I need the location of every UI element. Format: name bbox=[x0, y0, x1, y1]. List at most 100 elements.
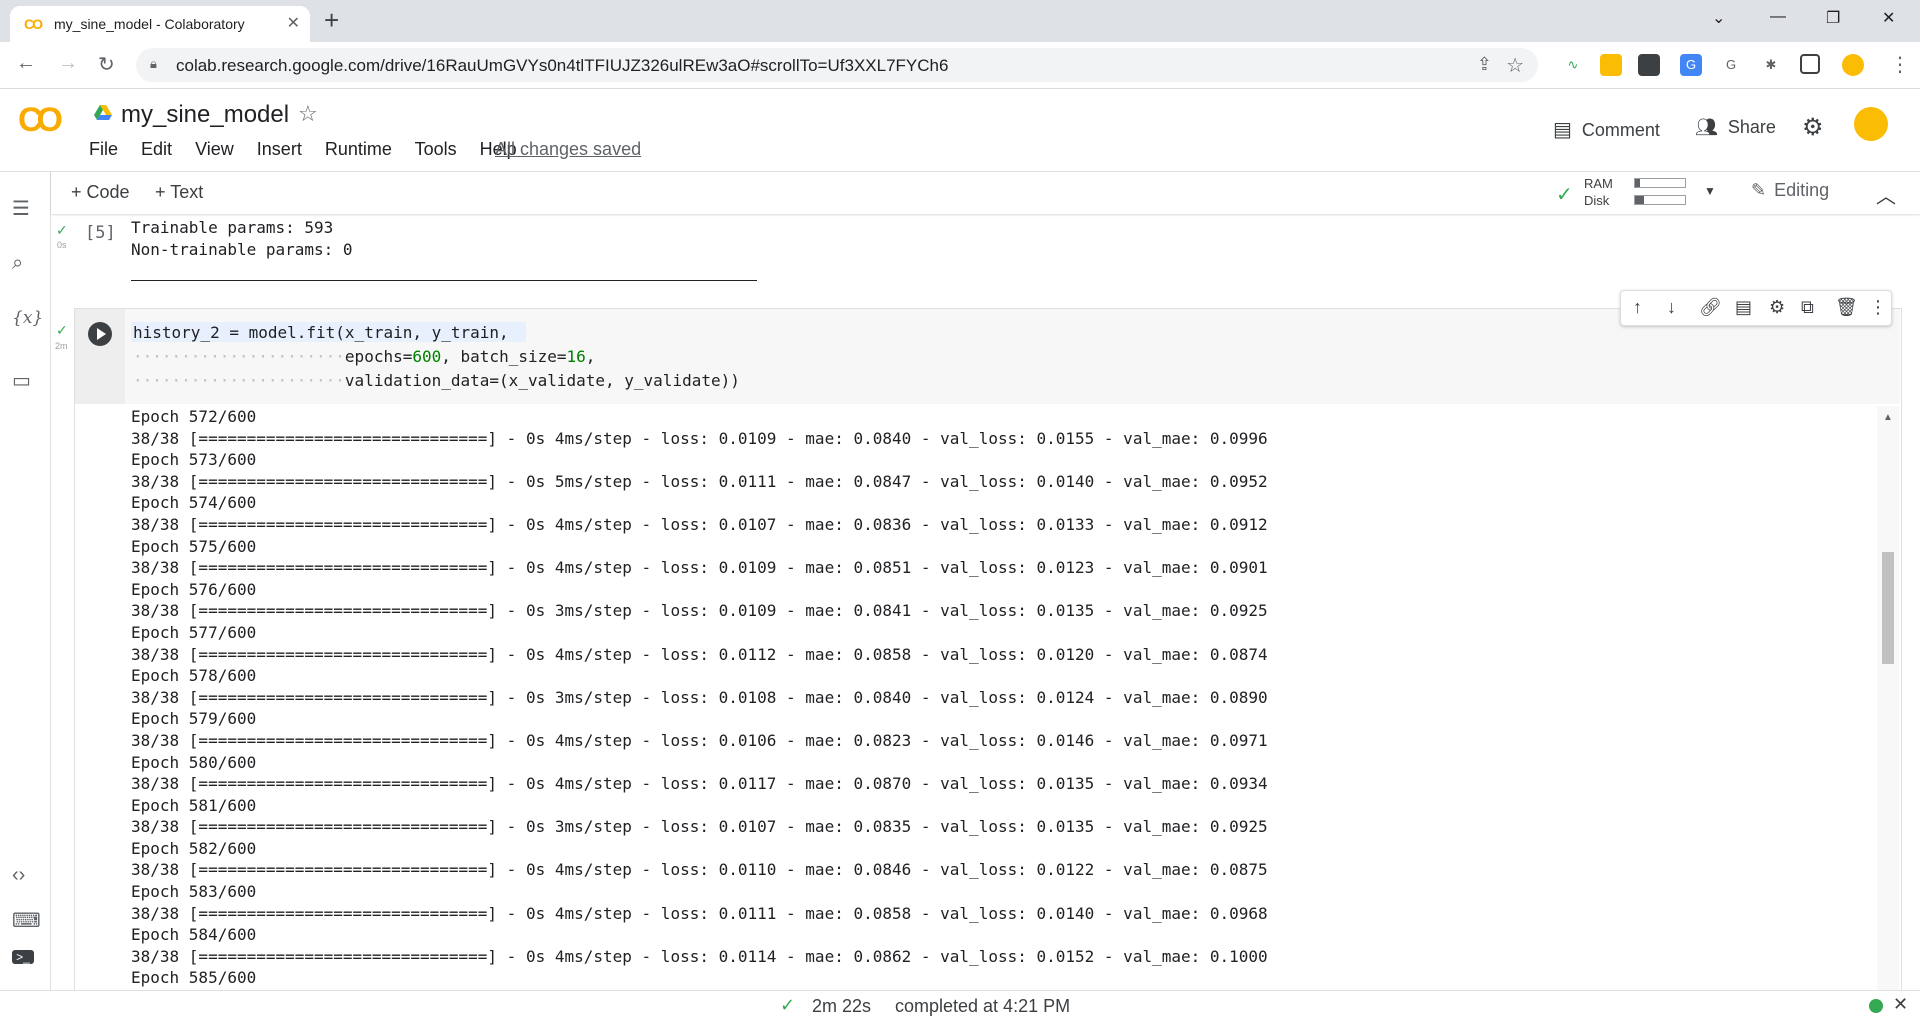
extension-wave-icon[interactable]: ∿ bbox=[1562, 54, 1584, 76]
output-line: Epoch 580/600 bbox=[131, 752, 257, 772]
comment-icon[interactable]: ▤ bbox=[1735, 297, 1752, 318]
cell-output[interactable]: Epoch 572/600 38/38 [====================… bbox=[125, 406, 1877, 990]
share-label: Share bbox=[1727, 117, 1776, 137]
files-folder-icon[interactable]: ▭ bbox=[12, 368, 31, 393]
forward-icon[interactable]: → bbox=[58, 52, 78, 75]
close-status-icon[interactable]: ✕ bbox=[1893, 994, 1908, 1015]
output-line: 38/38 [==============================] -… bbox=[131, 471, 1268, 491]
chevron-down-icon[interactable]: ▼ bbox=[1704, 184, 1716, 198]
menu-runtime[interactable]: Runtime bbox=[325, 139, 392, 159]
code-line: history_2 = model.fit(x_train, y_train, bbox=[133, 323, 509, 342]
share-button[interactable]: 👥︎ Share bbox=[1695, 117, 1776, 138]
extension-translate-icon[interactable]: G bbox=[1680, 54, 1702, 76]
delete-icon[interactable]: 🗑︎ bbox=[1835, 297, 1858, 318]
scroll-up-icon[interactable]: ▲ bbox=[1883, 412, 1893, 423]
browser-menu-icon[interactable]: ⋮ bbox=[1890, 52, 1910, 77]
output-line: Epoch 577/600 bbox=[131, 622, 257, 642]
new-tab-icon[interactable]: + bbox=[324, 6, 339, 34]
add-code-cell-button[interactable]: + Code bbox=[71, 182, 130, 203]
tab-search-icon[interactable]: ⌄ bbox=[1712, 8, 1725, 28]
omnibox[interactable]: 🔒︎ colab.research.google.com/drive/16Rau… bbox=[136, 48, 1538, 82]
output-line: 38/38 [==============================] -… bbox=[131, 860, 1268, 880]
user-avatar[interactable] bbox=[1854, 107, 1888, 141]
completion-status[interactable]: completed at 4:21 PM bbox=[895, 996, 1070, 1017]
browser-tab[interactable]: CO my_sine_model - Colaboratory ✕ bbox=[10, 6, 310, 42]
output-line: Epoch 584/600 bbox=[131, 925, 257, 945]
address-bar-row: ← → ↻ 🔒︎ colab.research.google.com/drive… bbox=[0, 42, 1920, 89]
collapse-header-icon[interactable]: ︿ bbox=[1876, 180, 1896, 209]
profile-avatar-icon[interactable] bbox=[1842, 54, 1864, 76]
add-text-cell-button[interactable]: + Text bbox=[155, 182, 203, 203]
command-palette-icon[interactable]: ⌨ bbox=[12, 908, 41, 933]
move-down-icon[interactable]: ↓ bbox=[1667, 297, 1676, 318]
code-line: validation_data=(x_validate, y_validate)… bbox=[344, 371, 740, 390]
output-line: 38/38 [==============================] -… bbox=[131, 946, 1268, 966]
code-snippets-icon[interactable]: ‹› bbox=[12, 864, 25, 887]
cell-exec-time: 0s bbox=[57, 240, 67, 250]
comment-label: Comment bbox=[1581, 120, 1660, 140]
notebook-title[interactable]: my_sine_model bbox=[121, 101, 289, 129]
more-options-icon[interactable]: ⋮ bbox=[1869, 297, 1887, 318]
code-token: , batch_size= bbox=[441, 347, 567, 366]
output-scrollbar[interactable]: ▲ bbox=[1877, 406, 1899, 990]
output-line: 38/38 [==============================] -… bbox=[131, 730, 1268, 750]
ram-label: RAM bbox=[1584, 176, 1613, 191]
minimize-icon[interactable]: — bbox=[1770, 8, 1786, 26]
browser-tab-strip: CO my_sine_model - Colaboratory ✕ + ⌄ — … bbox=[0, 0, 1920, 42]
cell-success-check-icon: ✓ bbox=[56, 322, 68, 338]
elapsed-time[interactable]: 2m 22s bbox=[812, 996, 871, 1017]
url-text[interactable]: colab.research.google.com/drive/16RauUmG… bbox=[176, 56, 948, 76]
editing-mode-button[interactable]: ✎ Editing bbox=[1751, 180, 1829, 201]
output-line: Epoch 581/600 bbox=[131, 795, 257, 815]
disk-usage-bar bbox=[1634, 195, 1686, 205]
star-notebook-icon[interactable]: ☆ bbox=[298, 101, 318, 127]
extension-robot-icon[interactable] bbox=[1638, 54, 1660, 76]
output-line: 38/38 [==============================] -… bbox=[131, 428, 1268, 448]
back-icon[interactable]: ← bbox=[16, 52, 36, 75]
move-up-icon[interactable]: ↑ bbox=[1633, 297, 1642, 318]
menu-view[interactable]: View bbox=[195, 139, 234, 159]
code-token: epochs= bbox=[344, 347, 413, 366]
tab-close-icon[interactable]: ✕ bbox=[287, 13, 300, 33]
menu-edit[interactable]: Edit bbox=[141, 139, 172, 159]
notebook-toolbar: + Code + Text ✓ RAM Disk ▼ ✎ Editing ︿ bbox=[51, 172, 1920, 214]
comment-button[interactable]: ▤ Comment bbox=[1553, 117, 1660, 142]
bookmark-star-icon[interactable]: ☆ bbox=[1506, 53, 1524, 78]
extension-grammar-icon[interactable]: G bbox=[1720, 54, 1742, 76]
colab-logo[interactable]: CO bbox=[18, 101, 63, 140]
restore-icon[interactable]: ❐ bbox=[1826, 8, 1840, 28]
scrollbar-thumb[interactable] bbox=[1882, 552, 1894, 664]
output-line: 38/38 [==============================] -… bbox=[131, 514, 1268, 534]
save-status-link[interactable]: All changes saved bbox=[495, 139, 641, 160]
menu-file[interactable]: File bbox=[89, 139, 118, 159]
share-page-icon[interactable]: ⇪ bbox=[1477, 54, 1492, 75]
resources-indicator[interactable]: ✓ RAM Disk ▼ bbox=[1556, 174, 1736, 212]
mirror-cell-icon[interactable]: ⧉ bbox=[1801, 297, 1814, 318]
settings-gear-icon[interactable]: ⚙ bbox=[1769, 297, 1785, 318]
reload-icon[interactable]: ↻ bbox=[98, 52, 115, 77]
link-icon[interactable]: 🔗︎ bbox=[1699, 297, 1722, 318]
code-text[interactable]: history_2 = model.fit(x_train, y_train, … bbox=[133, 321, 740, 393]
disk-label: Disk bbox=[1584, 193, 1610, 208]
terminal-icon[interactable]: >_ bbox=[12, 950, 34, 964]
side-panel-icon[interactable] bbox=[1800, 54, 1820, 74]
output-line: Epoch 573/600 bbox=[131, 450, 257, 470]
menu-insert[interactable]: Insert bbox=[257, 139, 302, 159]
lock-icon[interactable]: 🔒︎ bbox=[150, 56, 157, 72]
output-text: Epoch 572/600 38/38 [====================… bbox=[131, 406, 1268, 989]
settings-gear-icon[interactable]: ⚙ bbox=[1802, 113, 1824, 142]
cell-success-check-icon: ✓ bbox=[56, 222, 68, 238]
run-cell-button[interactable] bbox=[88, 322, 112, 346]
summary-divider bbox=[131, 280, 757, 281]
extension-keep-icon[interactable] bbox=[1600, 54, 1622, 76]
window-close-icon[interactable]: ✕ bbox=[1882, 8, 1895, 28]
table-of-contents-icon[interactable]: ☰ bbox=[12, 196, 30, 221]
tab-title: my_sine_model - Colaboratory bbox=[54, 16, 245, 32]
cell-exec-time: 2m bbox=[55, 341, 68, 351]
cell-exec-count[interactable]: [5] bbox=[85, 223, 116, 243]
extensions-puzzle-icon[interactable]: ✱ bbox=[1760, 54, 1782, 76]
variables-icon[interactable]: {x} bbox=[12, 308, 43, 328]
search-icon[interactable]: ⌕ bbox=[12, 252, 23, 275]
people-icon: 👥︎ bbox=[1695, 117, 1718, 137]
menu-tools[interactable]: Tools bbox=[415, 139, 457, 159]
